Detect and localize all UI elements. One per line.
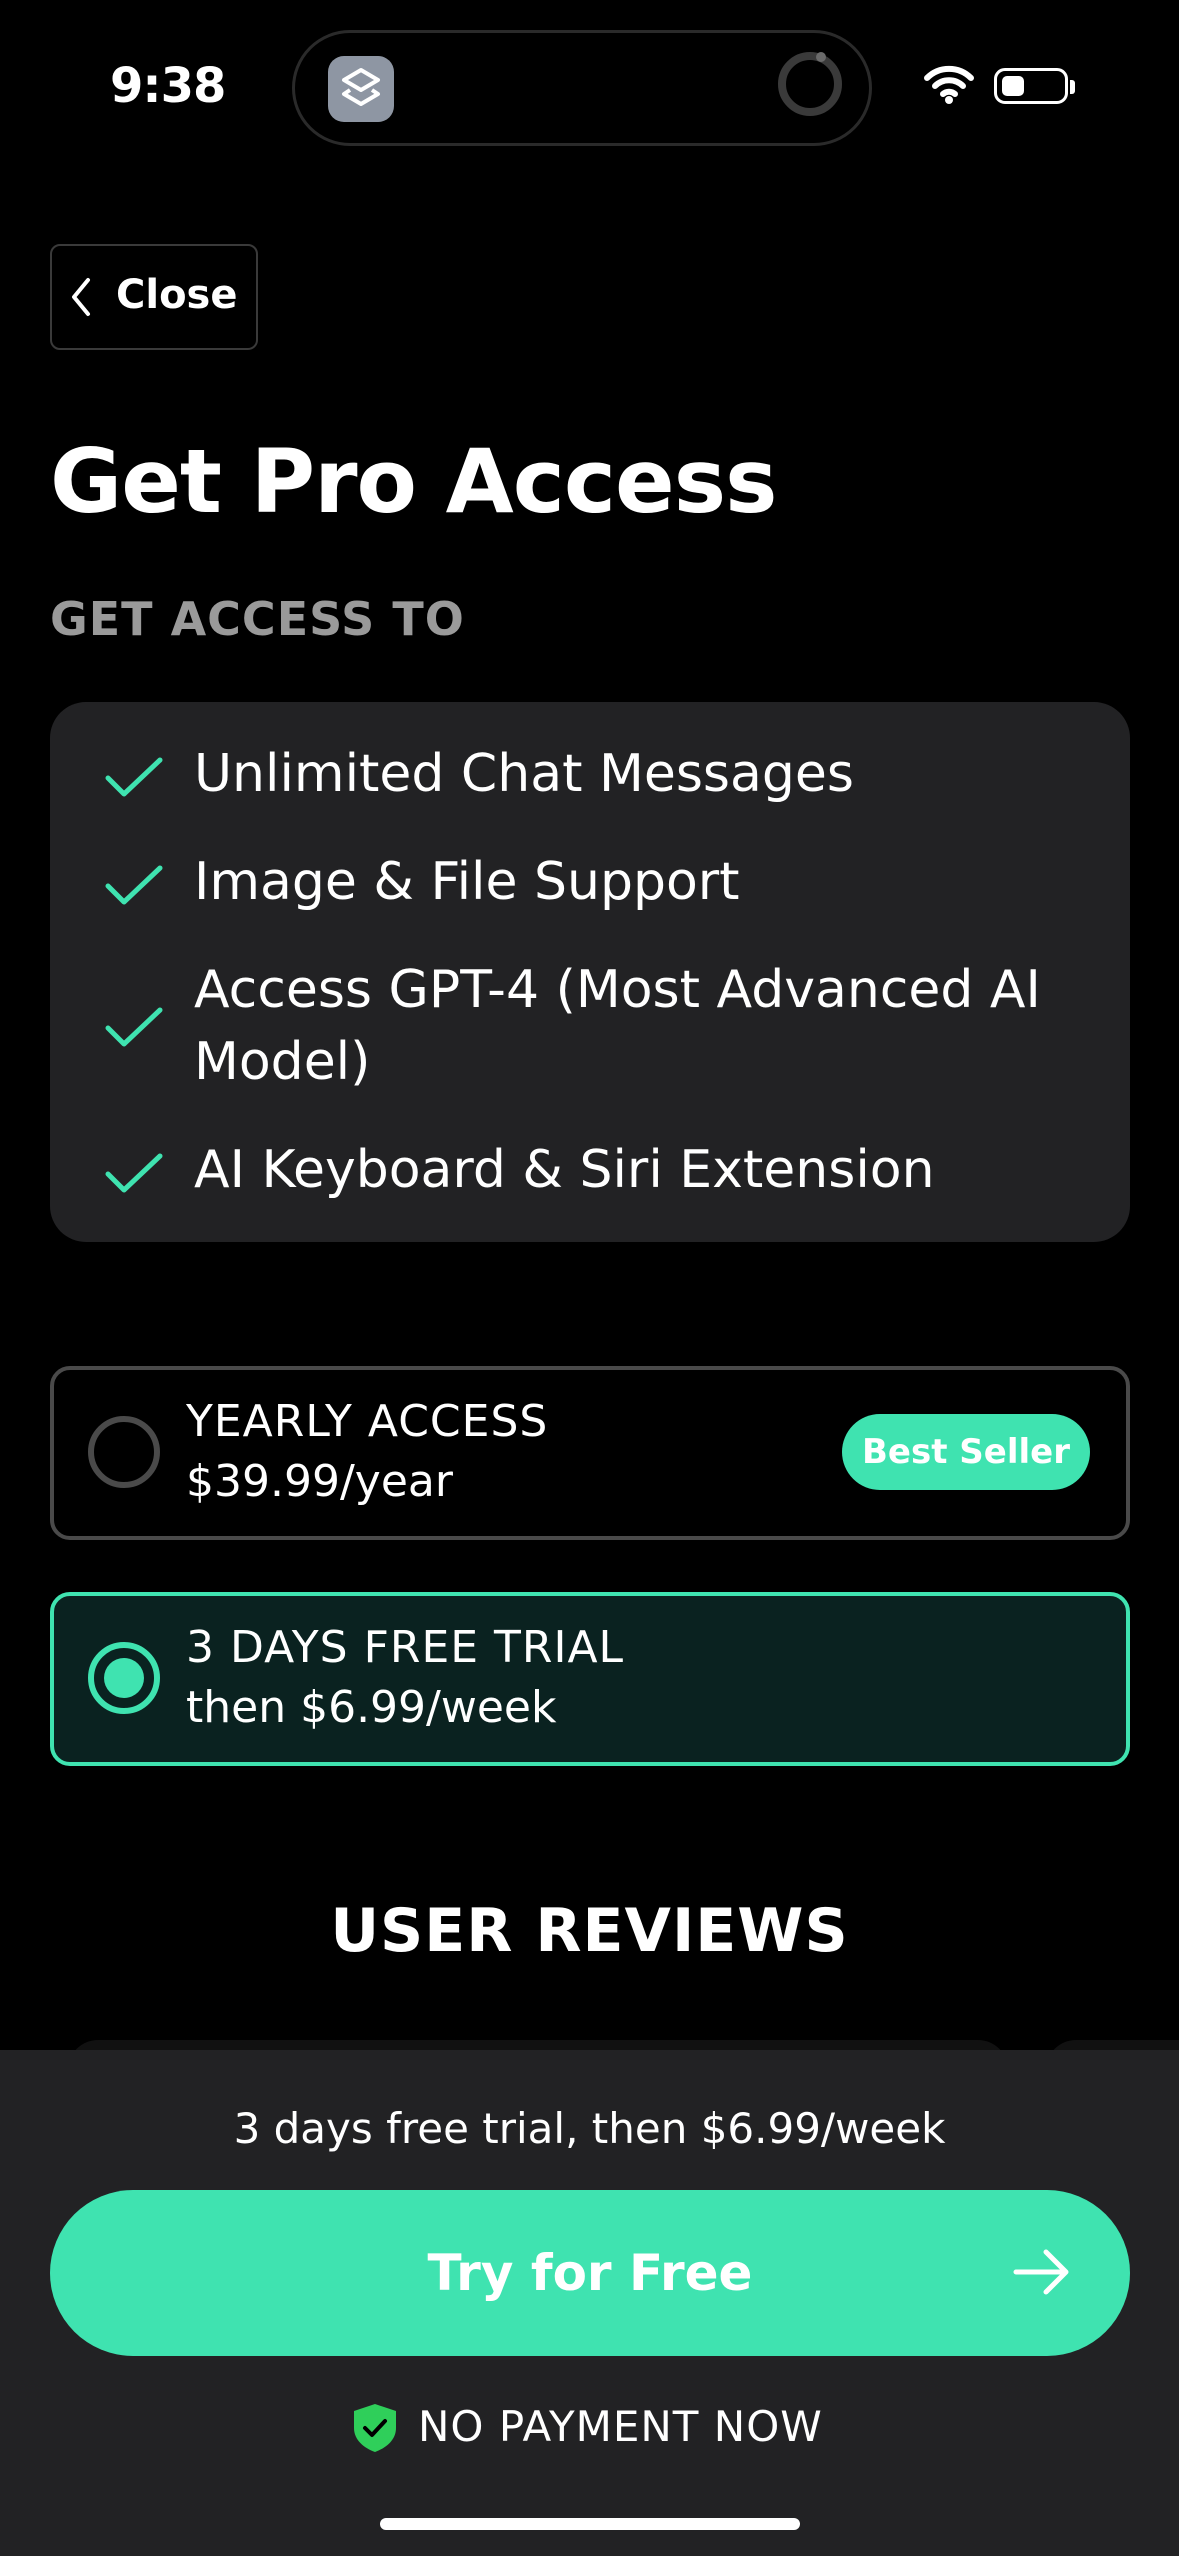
radio-selected-dot xyxy=(104,1658,144,1698)
feature-item: Access GPT-4 (Most Advanced AI Model) xyxy=(194,960,1041,1092)
trial-info: 3 days free trial, then $6.99/week xyxy=(233,2104,946,2153)
plan-name: YEARLY ACCESS xyxy=(186,1396,549,1447)
page-title: Get Pro Access xyxy=(50,430,777,533)
feature-item: AI Keyboard & Siri Extension xyxy=(194,1140,935,1200)
home-indicator[interactable] xyxy=(380,2518,800,2530)
battery-level xyxy=(1002,76,1024,96)
check-icon xyxy=(104,1006,164,1054)
reviews-heading: USER REVIEWS xyxy=(330,1896,849,1966)
no-payment-label: NO PAYMENT NOW xyxy=(418,2402,823,2451)
feature-item: Unlimited Chat Messages xyxy=(194,744,854,804)
plan-price: then $6.99/week xyxy=(186,1682,557,1733)
close-label[interactable]: Close xyxy=(116,272,237,318)
arrow-right-icon[interactable] xyxy=(1012,2248,1072,2300)
cta-label[interactable]: Try for Free xyxy=(50,2190,1130,2356)
section-subtitle: GET ACCESS TO xyxy=(50,592,465,646)
activity-ring-icon xyxy=(778,52,842,116)
radio-unselected[interactable] xyxy=(88,1416,160,1488)
feature-item: Image & File Support xyxy=(194,852,740,912)
shortcuts-app-icon xyxy=(328,56,394,122)
wifi-icon xyxy=(924,64,974,108)
shield-check-icon xyxy=(352,2402,398,2458)
plan-price: $39.99/year xyxy=(186,1456,453,1507)
battery-nub xyxy=(1070,80,1075,94)
best-seller-badge: Best Seller xyxy=(842,1414,1090,1490)
check-icon xyxy=(104,1152,164,1200)
status-time: 9:38 xyxy=(110,58,226,114)
chevron-left-icon xyxy=(66,276,96,322)
check-icon xyxy=(104,864,164,912)
plan-option-trial[interactable] xyxy=(50,1592,1130,1766)
features-card: Unlimited Chat Messages Image & File Sup… xyxy=(50,702,1130,1242)
plan-name: 3 DAYS FREE TRIAL xyxy=(186,1622,625,1673)
check-icon xyxy=(104,756,164,804)
